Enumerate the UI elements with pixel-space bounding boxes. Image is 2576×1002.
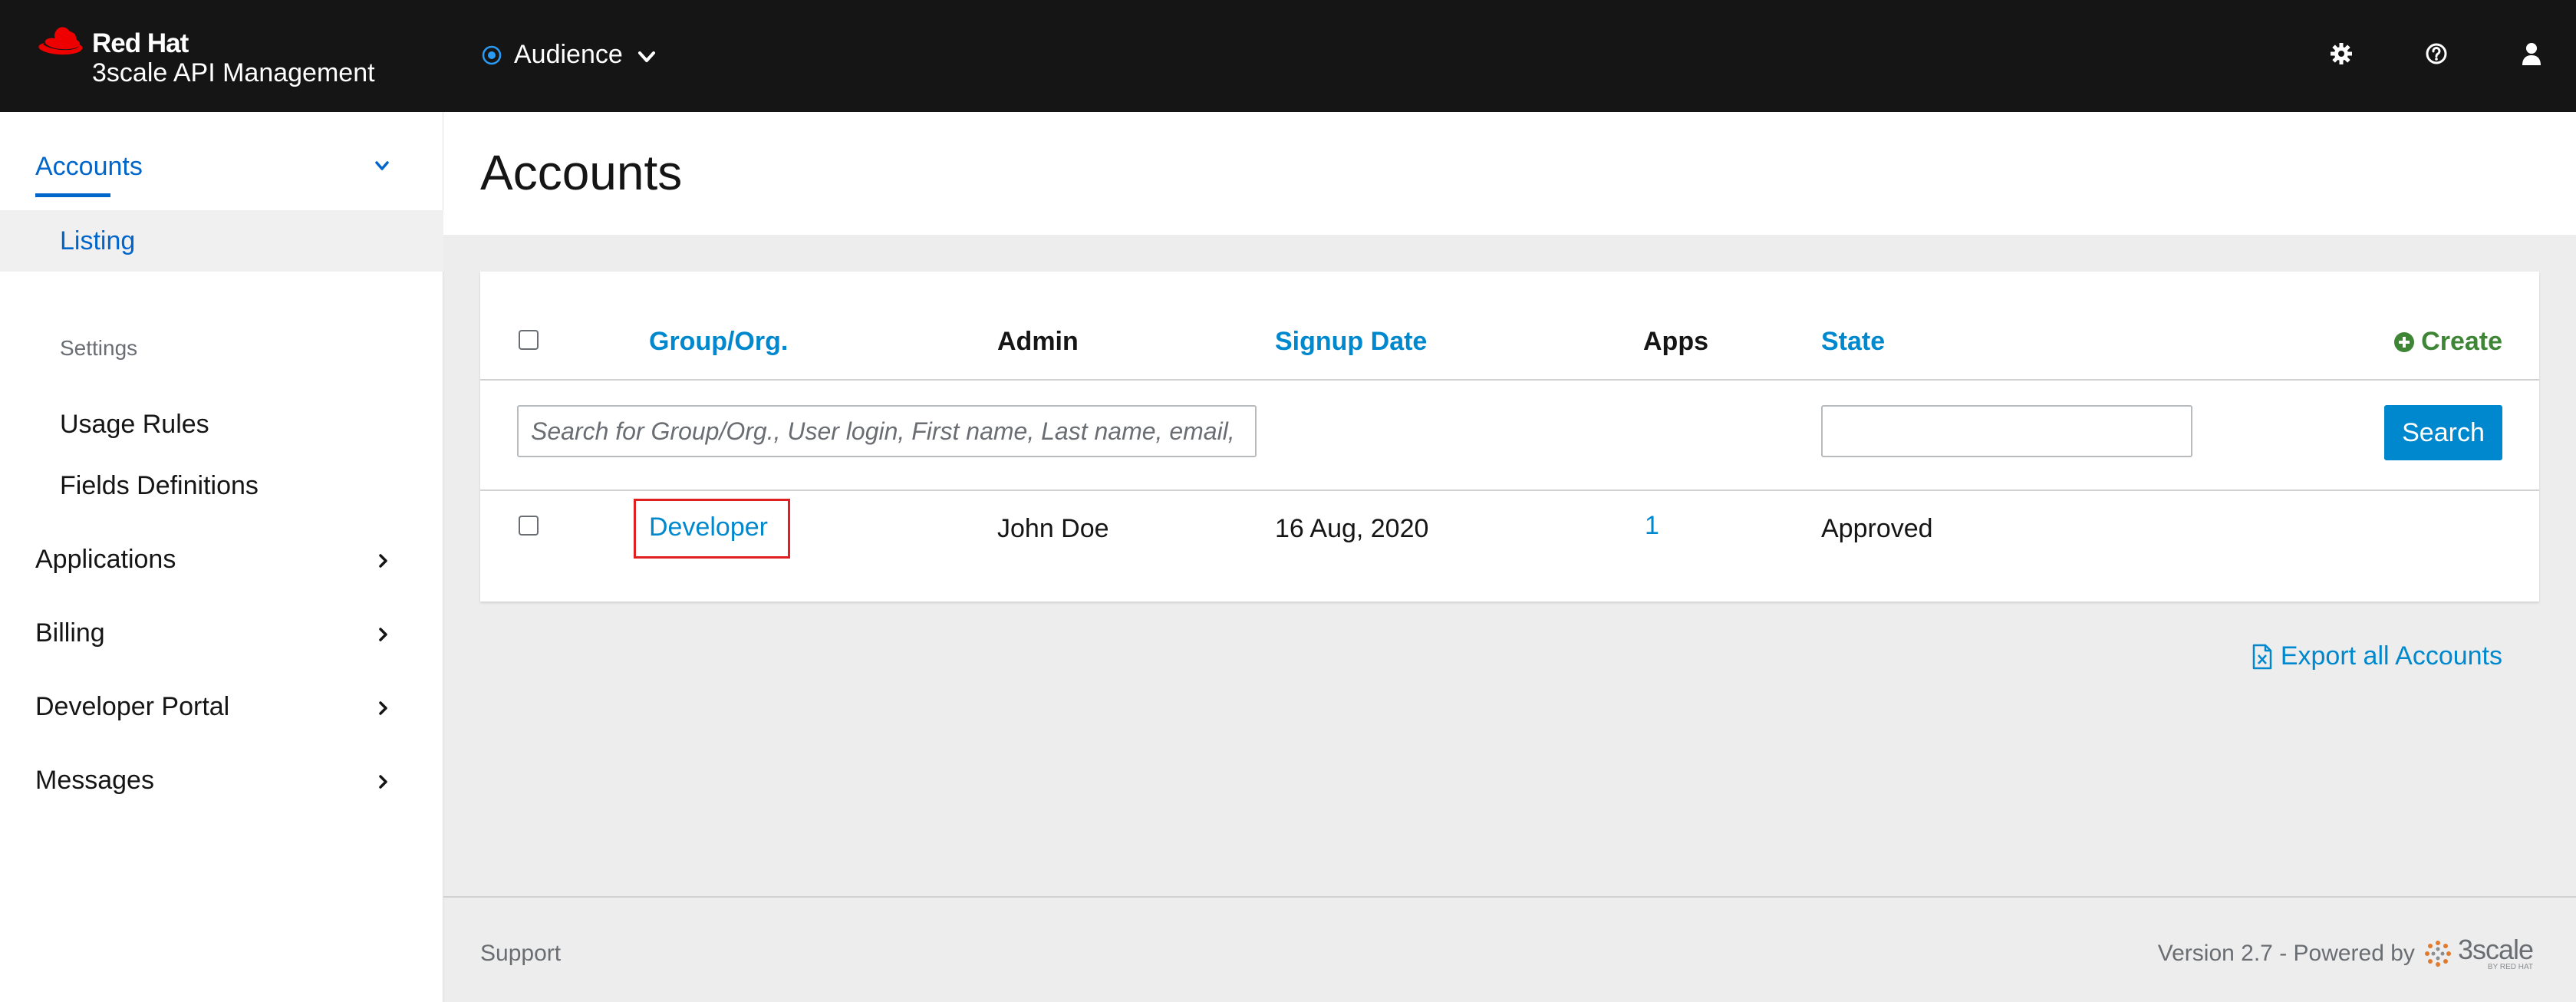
chevron-down-icon: [375, 161, 389, 170]
footer: Support Version 2.7 - Powered by 3scale …: [443, 896, 2576, 1002]
sidebar-item-usage-rules[interactable]: Usage Rules: [60, 410, 209, 440]
support-link[interactable]: Support: [480, 941, 561, 967]
sidebar-item-developer-portal[interactable]: Developer Portal: [35, 692, 229, 722]
table-header-row: Group/Org. Admin Signup Date Apps State …: [480, 272, 2539, 381]
context-label: Audience: [514, 40, 623, 69]
page-header: Accounts: [443, 112, 2576, 235]
search-input[interactable]: [517, 405, 1257, 457]
export-all-accounts-link[interactable]: Export all Accounts: [2252, 641, 2502, 671]
select-all-checkbox[interactable]: [519, 330, 539, 350]
create-account-link[interactable]: Create: [2393, 327, 2502, 357]
column-header-state[interactable]: State: [1821, 327, 1885, 357]
column-header-admin: Admin: [997, 327, 1079, 356]
sidebar-item-accounts[interactable]: Accounts: [0, 112, 443, 203]
state-cell: Approved: [1821, 514, 1933, 543]
table-row: Developer John Doe 16 Aug, 2020 1 Approv…: [480, 491, 2539, 602]
search-button[interactable]: Search: [2384, 405, 2502, 460]
accounts-table: Group/Org. Admin Signup Date Apps State …: [480, 272, 2539, 602]
logo-subtext: BY RED HAT: [2487, 963, 2533, 971]
column-header-group-org[interactable]: Group/Org.: [649, 327, 788, 357]
target-icon: [482, 45, 502, 64]
table-filter-row: Search: [480, 381, 2539, 491]
sidebar-item-listing[interactable]: Listing: [0, 210, 443, 272]
column-header-signup-date[interactable]: Signup Date: [1275, 327, 1427, 357]
logo-text: 3scale: [2457, 934, 2534, 965]
create-label: Create: [2421, 327, 2502, 356]
signup-date-cell: 16 Aug, 2020: [1275, 514, 1429, 543]
sidebar-item-messages[interactable]: Messages: [35, 766, 154, 796]
chevron-down-icon: [637, 51, 655, 62]
chevron-right-icon: [379, 775, 387, 789]
chevron-right-icon: [379, 554, 387, 568]
sidebar-item-label: Accounts: [35, 152, 143, 181]
state-filter-input[interactable]: [1821, 405, 2192, 457]
top-navigation-bar: Red Hat 3scale API Management Audience: [0, 0, 2576, 112]
row-checkbox[interactable]: [519, 516, 539, 536]
3scale-logo-icon: [2424, 941, 2451, 967]
sidebar: Accounts Listing Settings Usage Rules Fi…: [0, 112, 443, 1002]
help-icon[interactable]: [2423, 40, 2450, 68]
red-hat-logo-icon: [38, 27, 83, 55]
plus-circle-icon: [2394, 331, 2415, 352]
export-label: Export all Accounts: [2280, 641, 2502, 671]
user-icon[interactable]: [2518, 40, 2545, 68]
brand-logo[interactable]: Red Hat 3scale API Management: [35, 26, 375, 87]
sidebar-heading-settings: Settings: [60, 336, 138, 360]
gear-icon[interactable]: [2327, 40, 2355, 68]
version-text: Version 2.7 - Powered by: [2157, 941, 2415, 966]
sidebar-item-fields-definitions[interactable]: Fields Definitions: [60, 471, 259, 501]
file-export-icon: [2252, 644, 2272, 669]
sidebar-item-label: Listing: [60, 226, 136, 255]
3scale-logo: 3scale BY RED HAT: [2423, 934, 2534, 971]
column-header-apps: Apps: [1643, 327, 1708, 356]
sidebar-item-billing[interactable]: Billing: [35, 618, 105, 648]
brand-name: Red Hat: [92, 28, 189, 58]
chevron-right-icon: [379, 628, 387, 641]
active-indicator: [35, 193, 110, 197]
account-link-developer[interactable]: Developer: [649, 513, 768, 542]
apps-count-link[interactable]: 1: [1645, 511, 1659, 541]
product-name: 3scale API Management: [92, 58, 375, 87]
page-title: Accounts: [480, 145, 683, 200]
version-info: Version 2.7 - Powered by 3scale BY RED H…: [2157, 934, 2534, 971]
sidebar-item-applications[interactable]: Applications: [35, 545, 176, 575]
chevron-right-icon: [379, 701, 387, 715]
context-switcher[interactable]: Audience: [482, 40, 658, 70]
admin-cell: John Doe: [997, 514, 1109, 543]
